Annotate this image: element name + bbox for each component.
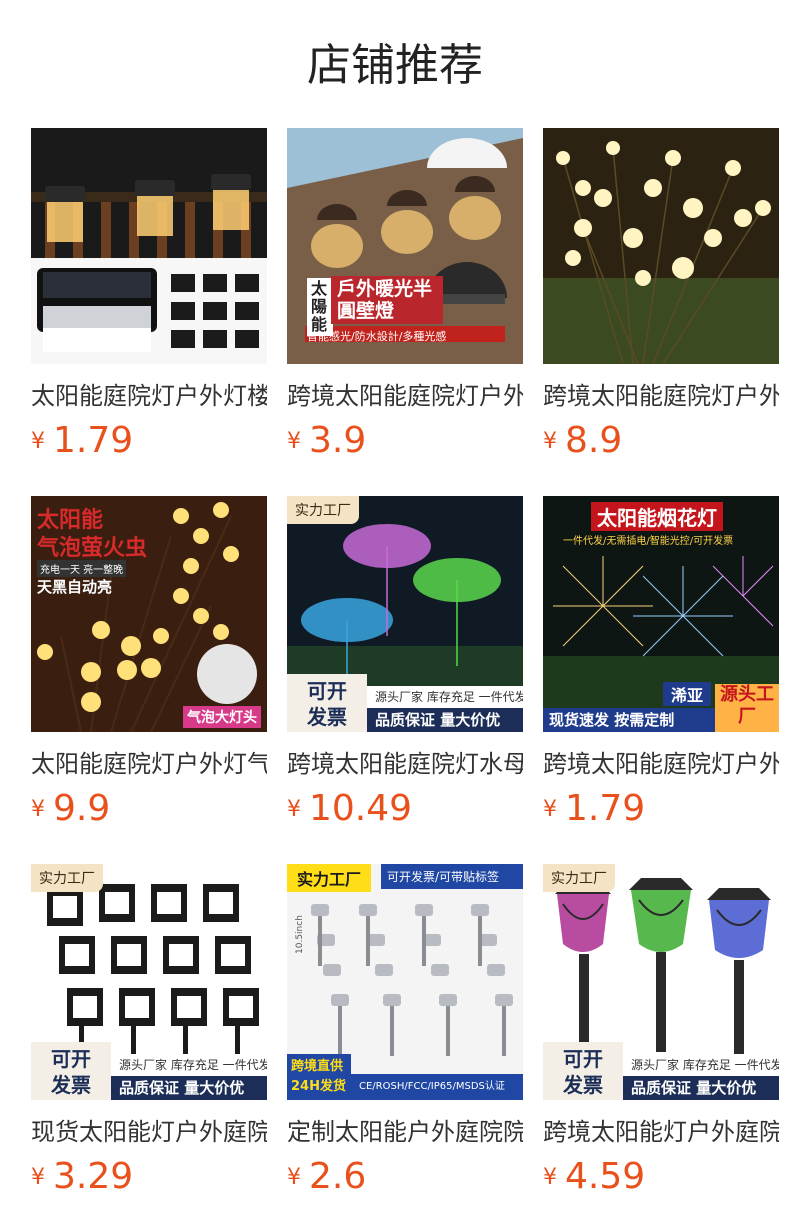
product-price: ¥3.29 <box>31 1156 267 1197</box>
overlay-invoice: 可开 发票 <box>543 1042 623 1100</box>
price-value: 4.59 <box>565 1156 646 1197</box>
bottom-left-line-2: 24H发货 <box>291 1079 346 1094</box>
product-price: ¥10.49 <box>287 788 523 829</box>
product-price: ¥1.79 <box>31 420 267 461</box>
product-card[interactable]: 实力工厂 可开发票/可带贴标签 10.5inch 跨境直供 24H发货 CE/RO… <box>287 864 523 1197</box>
overlay-small: 一件代发/无需插电/智能光控/可开发票 <box>563 536 734 547</box>
product-name[interactable]: 跨境太阳能庭院灯户外萤火虫灯 <box>543 382 779 410</box>
product-name[interactable]: 跨境太阳能灯户外庭院草坪灯 <box>543 1118 779 1146</box>
overlay-corner: 气泡大灯头 <box>183 706 261 728</box>
overlay-box: 源头工厂 <box>715 684 779 732</box>
invoice-line-1: 可开 <box>563 1047 603 1071</box>
overlay-strip-top: 源头厂家 库存充足 一件代发 <box>111 1054 267 1076</box>
product-image[interactable]: 太阳能 气泡萤火虫 充电一天 亮一整晚 天黑自动亮 气泡大灯头 <box>31 496 267 732</box>
product-name[interactable]: 太阳能庭院灯户外灯气泡萤火虫灯 <box>31 750 267 778</box>
invoice-line-1: 可开 <box>307 679 347 703</box>
product-image[interactable] <box>31 128 267 364</box>
product-name[interactable]: 跨境太阳能庭院灯户外暖光半圆壁灯 <box>287 382 523 410</box>
overlay-sub: 天黑自动亮 <box>37 578 113 596</box>
product-name[interactable]: 现货太阳能灯户外庭院草坪灯 <box>31 1118 267 1146</box>
currency-symbol: ¥ <box>287 1165 301 1190</box>
product-price: ¥8.9 <box>543 420 779 461</box>
overlay-top-right: 可开发票/可带贴标签 <box>381 864 523 889</box>
currency-symbol: ¥ <box>287 797 301 822</box>
overlay-brand: 浠亚 <box>663 682 712 706</box>
overlay-strip-bottom: 品质保证 量大价优 <box>623 1076 779 1100</box>
currency-symbol: ¥ <box>31 1165 45 1190</box>
product-name[interactable]: 跨境太阳能庭院灯户外烟花灯 <box>543 750 779 778</box>
product-image[interactable]: 实力工厂 可开发票/可带贴标签 10.5inch 跨境直供 24H发货 CE/RO… <box>287 864 523 1100</box>
product-card[interactable]: 太阳能烟花灯 一件代发/无需插电/智能光控/可开发票 浠亚 源头工厂 现货速发 … <box>543 496 779 829</box>
product-price: ¥4.59 <box>543 1156 779 1197</box>
currency-symbol: ¥ <box>543 1165 557 1190</box>
product-price: ¥3.9 <box>287 420 523 461</box>
price-value: 1.79 <box>53 420 134 461</box>
overlay-bottom-left: 跨境直供 24H发货 <box>287 1054 351 1100</box>
overlay-strip-top: 源头厂家 库存充足 一件代发 <box>623 1054 779 1076</box>
price-value: 1.79 <box>565 788 646 829</box>
currency-symbol: ¥ <box>31 429 45 454</box>
invoice-line-2: 发票 <box>51 1073 91 1097</box>
product-card[interactable]: 跨境太阳能庭院灯户外萤火虫灯 ¥8.9 <box>543 128 779 461</box>
price-value: 3.9 <box>309 420 367 461</box>
price-value: 10.49 <box>309 788 413 829</box>
price-value: 8.9 <box>565 420 623 461</box>
product-card[interactable]: 太陽能 戶外暖光半圓壁燈 智能感光/防水設計/多種光感 跨境太阳能庭院灯户外暖光… <box>287 128 523 461</box>
overlay-factory-tag: 实力工厂 <box>287 864 372 892</box>
currency-symbol: ¥ <box>543 429 557 454</box>
overlay-strip-bottom: 品质保证 量大价优 <box>367 708 523 732</box>
product-card[interactable]: 实力工厂 可开 发票 源头厂家 库存充足 一件代发 品质保证 量大价优 跨境太阳能… <box>543 864 779 1197</box>
overlay-factory-tag: 实力工厂 <box>543 864 615 892</box>
product-name[interactable]: 太阳能庭院灯户外灯楼梯台阶灯 <box>31 382 267 410</box>
overlay-invoice: 可开 发票 <box>31 1042 111 1100</box>
page-title: 店铺推荐 <box>307 40 483 91</box>
product-price: ¥1.79 <box>543 788 779 829</box>
product-card[interactable]: 太阳能庭院灯户外灯楼梯台阶灯 ¥1.79 <box>31 128 267 461</box>
product-image[interactable]: 太阳能烟花灯 一件代发/无需插电/智能光控/可开发票 浠亚 源头工厂 现货速发 … <box>543 496 779 732</box>
product-image[interactable]: 太陽能 戶外暖光半圓壁燈 智能感光/防水設計/多種光感 <box>287 128 523 364</box>
bottom-left-line-1: 跨境直供 <box>291 1059 344 1074</box>
overlay-invoice: 可开 发票 <box>287 674 367 732</box>
product-image[interactable] <box>543 128 779 364</box>
product-price: ¥2.6 <box>287 1156 523 1197</box>
overlay-strip-bottom: 品质保证 量大价优 <box>111 1076 267 1100</box>
product-name[interactable]: 定制太阳能户外庭院院子草坪灯 <box>287 1118 523 1146</box>
price-value: 3.29 <box>53 1156 134 1197</box>
product-image[interactable]: 实力工厂 可开 发票 源头厂家 库存充足 一件代发 品质保证 量大价优 <box>31 864 267 1100</box>
product-name[interactable]: 跨境太阳能庭院灯水母灯户外草坪灯 <box>287 750 523 778</box>
overlay-small: 充电一天 亮一整晚 <box>37 560 127 577</box>
overlay-headline: 戶外暖光半圓壁燈 <box>331 276 443 324</box>
overlay-strip-top: 源头厂家 库存充足 一件代发 <box>367 686 523 708</box>
overlay-factory-tag: 实力工厂 <box>287 496 359 524</box>
product-price: ¥9.9 <box>31 788 267 829</box>
price-value: 9.9 <box>53 788 111 829</box>
product-card[interactable]: 太阳能 气泡萤火虫 充电一天 亮一整晚 天黑自动亮 气泡大灯头 太阳能庭院灯户外… <box>31 496 267 829</box>
overlay-bottom-right: CE/ROSH/FCC/IP65/MSDS认证 <box>351 1074 523 1100</box>
product-card[interactable]: 实力工厂 可开 发票 源头厂家 库存充足 一件代发 品质保证 量大价优 跨境太阳能… <box>287 496 523 829</box>
product-image[interactable]: 实力工厂 可开 发票 源头厂家 库存充足 一件代发 品质保证 量大价优 <box>543 864 779 1100</box>
currency-symbol: ¥ <box>287 429 301 454</box>
overlay-caption: 智能感光/防水設計/多種光感 <box>307 330 447 343</box>
overlay-strip: 现货速发 按需定制 <box>543 708 715 732</box>
invoice-line-1: 可开 <box>51 1047 91 1071</box>
product-image[interactable]: 实力工厂 可开 发票 源头厂家 库存充足 一件代发 品质保证 量大价优 <box>287 496 523 732</box>
invoice-line-2: 发票 <box>563 1073 603 1097</box>
price-value: 2.6 <box>309 1156 367 1197</box>
currency-symbol: ¥ <box>543 797 557 822</box>
overlay-factory-tag: 实力工厂 <box>31 864 103 892</box>
product-card[interactable]: 实力工厂 可开 发票 源头厂家 库存充足 一件代发 品质保证 量大价优 现货太阳能… <box>31 864 267 1197</box>
overlay-dimension: 10.5inch <box>295 915 305 954</box>
invoice-line-2: 发票 <box>307 705 347 729</box>
currency-symbol: ¥ <box>31 797 45 822</box>
overlay-headline: 太阳能烟花灯 <box>591 502 723 531</box>
overlay-headline-2: 气泡萤火虫 <box>37 536 148 561</box>
